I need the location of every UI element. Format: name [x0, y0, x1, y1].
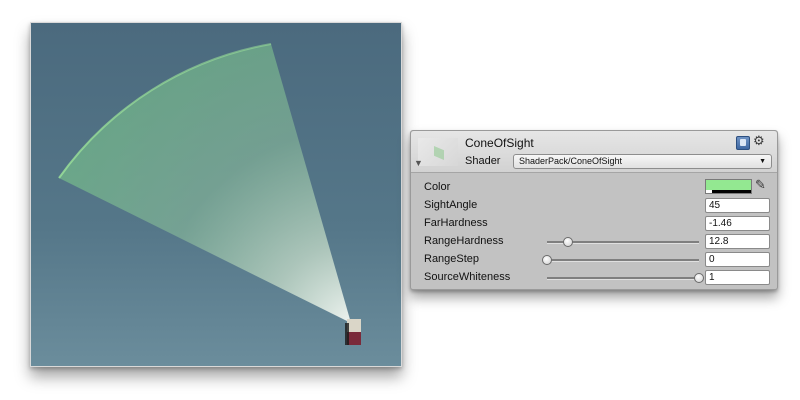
property-row-farhardness: FarHardness -1.46 [411, 215, 777, 233]
eyedropper-icon[interactable]: ✎ [755, 177, 766, 193]
property-label-sourcewhiteness: SourceWhiteness [424, 271, 511, 283]
property-row-rangestep: RangeStep 0 [411, 251, 777, 269]
shader-dropdown[interactable]: ShaderPack/ConeOfSight ▼ [513, 154, 772, 169]
source-object [345, 319, 361, 345]
shader-label: Shader [465, 155, 501, 167]
property-row-color: Color ✎ [411, 177, 777, 197]
property-row-sightangle: SightAngle 45 [411, 197, 777, 215]
color-swatch[interactable] [705, 179, 752, 194]
property-label-rangehardness: RangeHardness [424, 235, 504, 247]
material-preview-thumbnail[interactable] [418, 138, 458, 166]
farhardness-field[interactable]: -1.46 [705, 216, 770, 231]
sightangle-field[interactable]: 45 [705, 198, 770, 213]
property-row-rangehardness: RangeHardness 12.8 [411, 233, 777, 251]
book-icon[interactable] [736, 136, 750, 150]
sight-cone [59, 44, 351, 323]
rangehardness-slider-thumb[interactable] [563, 237, 574, 247]
property-label-rangestep: RangeStep [424, 253, 480, 265]
property-label-sightangle: SightAngle [424, 199, 478, 211]
property-label-farhardness: FarHardness [424, 217, 488, 229]
material-inspector: ▼ ConeOfSight ⚙ Shader ShaderPack/ConeOf… [410, 130, 778, 290]
shader-dropdown-value: ShaderPack/ConeOfSight [519, 156, 623, 166]
scene-canvas [58, 43, 361, 345]
scene-viewport[interactable] [30, 22, 402, 367]
rangestep-field[interactable]: 0 [705, 252, 770, 267]
rangestep-slider-thumb[interactable] [542, 255, 552, 265]
material-name: ConeOfSight [465, 136, 534, 150]
rangehardness-field[interactable]: 12.8 [705, 234, 770, 249]
sourcewhiteness-field[interactable]: 1 [705, 270, 770, 285]
rangestep-slider[interactable] [542, 255, 699, 265]
sourcewhiteness-slider-thumb[interactable] [694, 273, 704, 283]
triangle-down-icon[interactable]: ▼ [414, 158, 423, 168]
property-label-color: Color [424, 181, 451, 193]
rangehardness-slider[interactable] [547, 237, 699, 247]
gear-icon[interactable]: ⚙ [753, 133, 765, 149]
inspector-header: ▼ ConeOfSight ⚙ Shader ShaderPack/ConeOf… [411, 131, 777, 173]
sourcewhiteness-slider[interactable] [547, 273, 704, 283]
dropdown-arrow-icon: ▼ [759, 158, 766, 165]
property-row-sourcewhiteness: SourceWhiteness 1 [411, 269, 777, 287]
